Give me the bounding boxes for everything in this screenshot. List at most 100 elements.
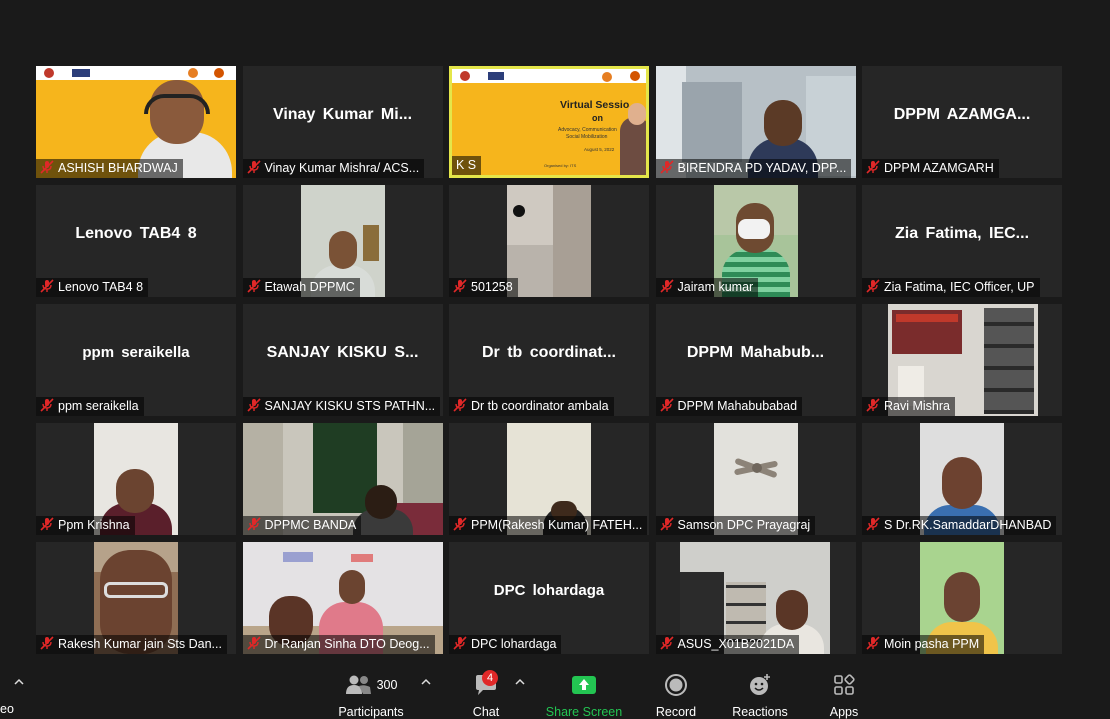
participant-tile[interactable]: Dr Ranjan Sinha DTO Deog... xyxy=(242,542,443,654)
participant-display-name: Dr tb coordinat... xyxy=(482,344,616,361)
participant-tile[interactable]: ASHISH BHARDWAJ xyxy=(36,66,236,178)
participant-tile[interactable]: S Dr.RK.SamaddarDHANBAD xyxy=(862,423,1062,535)
participant-name-label: ASUS_X01B2021DA xyxy=(655,635,800,654)
mic-muted-icon xyxy=(453,517,467,531)
record-button[interactable]: Record xyxy=(650,672,702,719)
mic-muted-icon xyxy=(866,160,880,174)
participant-tile[interactable]: Moin pasha PPM xyxy=(862,542,1062,654)
slide-org: Organised by: ITS xyxy=(544,163,577,168)
slide-line1: Advocacy, Communication xyxy=(558,127,617,133)
apps-icon xyxy=(834,674,855,695)
participant-name-label: DPPMC BANDA xyxy=(242,516,362,535)
slide-date: August 5, 2022 xyxy=(584,147,615,152)
participant-tile[interactable]: Zia Fatima, IEC... Zia Fatima, IEC Offic… xyxy=(862,185,1062,297)
chat-options-chevron-up-icon[interactable] xyxy=(515,678,525,686)
mic-muted-icon xyxy=(40,636,54,650)
mic-muted-icon xyxy=(659,279,674,293)
participant-name-label: 501258 xyxy=(449,278,518,297)
participant-tile[interactable]: Lenovo TAB4 8 Lenovo TAB4 8 xyxy=(36,185,236,297)
participant-name-label: Zia Fatima, IEC Officer, UP xyxy=(862,278,1040,297)
participant-tile[interactable]: DPPMC BANDA xyxy=(242,423,443,535)
participant-name-label: ASHISH BHARDWAJ xyxy=(36,159,183,178)
participant-name-label: Ravi Mishra xyxy=(862,397,955,416)
record-icon xyxy=(665,674,687,696)
participant-tile[interactable]: Jairam kumar xyxy=(655,185,856,297)
participant-name-label: PPM(Rakesh Kumar) FATEH... xyxy=(449,516,648,535)
chat-label: Chat xyxy=(472,705,500,719)
participant-name-label: Etawah DPPMC xyxy=(242,278,360,297)
mic-muted-icon xyxy=(246,160,261,174)
mic-muted-icon xyxy=(453,636,467,650)
apps-button[interactable]: Apps xyxy=(824,672,864,719)
mic-muted-icon xyxy=(659,636,674,650)
participant-tile[interactable]: Rakesh Kumar jain Sts Dan... xyxy=(36,542,236,654)
participant-tile[interactable]: DPPM AZAMGA... DPPM AZAMGARH xyxy=(862,66,1062,178)
participant-tile[interactable]: BIRENDRA PD YADAV, DPP... xyxy=(655,66,856,178)
participant-tile[interactable]: ppm seraikella ppm seraikella xyxy=(36,304,236,416)
mic-muted-icon xyxy=(246,517,261,531)
participants-button[interactable]: 300 Participants xyxy=(336,672,406,719)
mic-muted-icon xyxy=(40,398,54,412)
participant-display-name: ppm seraikella xyxy=(82,344,190,361)
participant-tile[interactable]: Etawah DPPMC xyxy=(242,185,443,297)
reactions-button[interactable]: Reactions xyxy=(728,672,792,719)
participant-name-label: SANJAY KISKU STS PATHN... xyxy=(242,397,441,416)
participant-name-label: Dr Ranjan Sinha DTO Deog... xyxy=(242,635,435,654)
participant-tile[interactable]: Dr tb coordinat... Dr tb coordinator amb… xyxy=(449,304,649,416)
reactions-label: Reactions xyxy=(732,705,788,719)
participant-name-label: Dr tb coordinator ambala xyxy=(449,397,614,416)
participant-name-label: Ppm Krishna xyxy=(36,516,135,535)
mic-muted-icon xyxy=(40,517,54,531)
participant-name-label: Moin pasha PPM xyxy=(862,635,985,654)
participant-tile[interactable]: SANJAY KISKU S... SANJAY KISKU STS PATHN… xyxy=(242,304,443,416)
mic-muted-icon xyxy=(659,160,674,174)
participant-name-label: DPPM Mahabubabad xyxy=(655,397,803,416)
mic-muted-icon xyxy=(246,279,261,293)
chat-unread-badge: 4 xyxy=(482,670,498,686)
mic-muted-icon xyxy=(866,279,880,293)
participant-tile[interactable]: DPPM Mahabub... DPPM Mahabubabad xyxy=(655,304,856,416)
mic-muted-icon xyxy=(40,160,54,174)
participant-name-label: DPC lohardaga xyxy=(449,635,562,654)
participant-tile[interactable]: 501258 xyxy=(449,185,649,297)
meeting-toolbar: eo 300 Participants 4 Chat Share Screen … xyxy=(0,664,1110,719)
participant-name-label: BIRENDRA PD YADAV, DPP... xyxy=(655,159,852,178)
share-screen-icon xyxy=(572,676,596,694)
share-screen-button[interactable]: Share Screen xyxy=(544,672,624,719)
chat-button[interactable]: 4 Chat xyxy=(466,670,506,719)
participant-tile[interactable]: Ravi Mishra xyxy=(862,304,1062,416)
participant-name-label: ppm seraikella xyxy=(36,397,144,416)
video-options-chevron-up-icon[interactable] xyxy=(14,678,24,686)
apps-label: Apps xyxy=(829,705,859,719)
participant-tile[interactable]: PPM(Rakesh Kumar) FATEH... xyxy=(449,423,649,535)
participant-name-label: Samson DPC Prayagraj xyxy=(655,516,816,535)
share-screen-label: Share Screen xyxy=(545,705,623,719)
participant-name-label: Vinay Kumar Mishra/ ACS... xyxy=(242,159,425,178)
participant-display-name: Lenovo TAB4 8 xyxy=(75,225,197,242)
participant-tile[interactable]: Ppm Krishna xyxy=(36,423,236,535)
video-grid: ASHISH BHARDWAJ Vinay Kumar Mi... Vinay … xyxy=(36,66,1062,654)
mic-muted-icon xyxy=(453,398,467,412)
slide-on: on xyxy=(592,113,603,123)
participant-name-label: Rakesh Kumar jain Sts Dan... xyxy=(36,635,227,654)
video-feed xyxy=(507,185,591,297)
participants-count: 300 xyxy=(376,678,398,692)
mic-muted-icon xyxy=(866,398,880,412)
participant-display-name: Zia Fatima, IEC... xyxy=(894,225,1030,242)
mic-muted-icon xyxy=(659,517,674,531)
mic-muted-icon xyxy=(40,279,54,293)
active-speaker-tile[interactable]: Virtual Sessio on Advocacy, Communicatio… xyxy=(449,66,649,178)
participant-tile[interactable]: Samson DPC Prayagraj xyxy=(655,423,856,535)
participants-options-chevron-up-icon[interactable] xyxy=(421,678,431,686)
participant-name-label: Lenovo TAB4 8 xyxy=(36,278,149,297)
participants-icon xyxy=(345,675,371,694)
mic-muted-icon xyxy=(453,279,467,293)
slide-title: Virtual Sessio xyxy=(560,99,630,111)
participant-tile[interactable]: DPC lohardaga DPC lohardaga xyxy=(449,542,649,654)
participant-tile[interactable]: ASUS_X01B2021DA xyxy=(655,542,856,654)
participant-display-name: DPPM Mahabub... xyxy=(686,344,825,361)
record-label: Record xyxy=(655,705,697,719)
reactions-smiley-icon xyxy=(750,674,770,695)
participant-tile[interactable]: Vinay Kumar Mi... Vinay Kumar Mishra/ AC… xyxy=(242,66,443,178)
mic-muted-icon xyxy=(246,636,261,650)
